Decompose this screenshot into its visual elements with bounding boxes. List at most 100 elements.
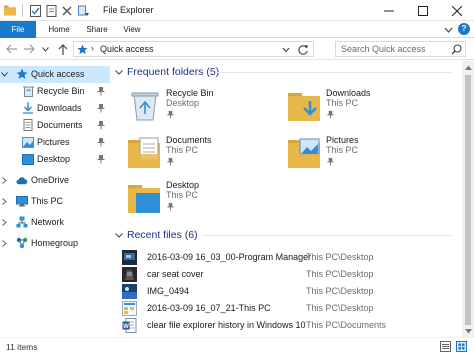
pin-icon[interactable] — [166, 110, 175, 119]
main-content: Frequent folders (5) Recycle Bin Desktop… — [110, 61, 460, 337]
file-path: This PC\Desktop — [306, 303, 374, 313]
image-thumb-icon — [122, 267, 137, 282]
documents-folder-icon — [128, 137, 160, 168]
sidebar-item-network[interactable]: Network — [0, 214, 110, 231]
scrollbar-thumb[interactable] — [465, 75, 471, 325]
title-bar: File Explorer — [0, 0, 474, 21]
pin-icon[interactable] — [96, 137, 106, 147]
sidebar-item-label: Pictures — [37, 137, 70, 147]
desktop-icon — [22, 153, 34, 165]
large-icons-view-icon[interactable] — [456, 341, 467, 352]
customize-toolbar-icon[interactable] — [77, 4, 89, 17]
search-icon — [451, 44, 462, 55]
recycle-bin-icon — [22, 85, 34, 97]
maximize-button[interactable] — [406, 0, 440, 21]
image-thumb-icon — [122, 301, 137, 316]
vertical-scrollbar[interactable] — [462, 61, 474, 337]
folder-name: Documents — [166, 135, 212, 145]
downloads-icon — [22, 102, 34, 114]
collapse-chevron-icon — [114, 230, 124, 240]
image-thumb-icon — [122, 284, 137, 299]
documents-icon — [22, 119, 34, 131]
sidebar-item-onedrive[interactable]: OneDrive — [0, 172, 110, 189]
pin-icon[interactable] — [166, 157, 175, 166]
sidebar-item-documents[interactable]: Documents — [0, 117, 110, 134]
recent-file-row[interactable]: W clear file explorer history in Windows… — [122, 317, 452, 334]
help-icon[interactable]: ? — [458, 23, 470, 35]
sidebar-item-label: Homegroup — [31, 238, 79, 248]
recent-file-row[interactable]: IMG_0494 This PC\Desktop — [122, 283, 452, 300]
recent-file-row[interactable]: 2016-03-09 16_07_21-This PC This PC\Desk… — [122, 300, 452, 317]
frequent-folders-header[interactable]: Frequent folders (5) — [114, 65, 219, 79]
address-dropdown-icon[interactable] — [281, 46, 291, 54]
folder-tile-documents[interactable]: Documents This PC — [126, 134, 286, 176]
folder-name: Desktop — [166, 180, 200, 190]
address-bar[interactable]: › Quick access — [73, 41, 314, 57]
details-view-icon[interactable] — [440, 341, 451, 352]
recent-files-header[interactable]: Recent files (6) — [114, 228, 198, 242]
svg-text:W: W — [123, 324, 129, 330]
sidebar-item-homegroup[interactable]: Homegroup — [0, 235, 110, 252]
sidebar-item-label: This PC — [31, 196, 64, 206]
sidebar-item-pictures[interactable]: Pictures — [0, 134, 110, 151]
star-icon — [16, 68, 28, 80]
tab-file[interactable]: File — [0, 21, 36, 38]
folder-tile-pictures[interactable]: Pictures This PC — [286, 134, 446, 176]
pin-icon[interactable] — [96, 154, 106, 164]
file-name: clear file explorer history in Windows 1… — [147, 320, 306, 330]
expand-ribbon-icon[interactable] — [442, 24, 454, 35]
recent-locations-icon[interactable] — [40, 42, 50, 56]
file-name: 2016-03-09 16_03_00-Program Manager — [147, 252, 312, 262]
file-path: This PC\Documents — [306, 320, 387, 330]
file-path: This PC\Desktop — [306, 269, 374, 279]
scroll-down-icon[interactable] — [462, 325, 474, 337]
pin-icon[interactable] — [326, 110, 335, 119]
pin-icon[interactable] — [166, 202, 175, 211]
back-button[interactable] — [4, 42, 18, 56]
sidebar-item-this-pc[interactable]: This PC — [0, 193, 110, 210]
folder-tile-desktop[interactable]: Desktop This PC — [126, 179, 286, 221]
sidebar-item-label: Network — [31, 217, 65, 227]
pictures-folder-icon — [288, 138, 320, 168]
properties-icon[interactable] — [29, 4, 41, 17]
file-path: This PC\Desktop — [306, 286, 374, 296]
group-title: Frequent folders (5) — [127, 66, 220, 78]
folder-tile-downloads[interactable]: Downloads This PC — [286, 87, 446, 129]
forward-button[interactable] — [22, 42, 36, 56]
sidebar-item-label: Desktop — [37, 154, 71, 164]
scroll-up-icon[interactable] — [462, 61, 474, 73]
this-pc-icon — [16, 195, 28, 207]
tab-view[interactable]: View — [120, 21, 144, 38]
tab-share[interactable]: Share — [84, 21, 110, 38]
expand-chevron-icon[interactable] — [0, 193, 8, 210]
sidebar-item-recycle-bin[interactable]: Recycle Bin — [0, 83, 110, 100]
delete-icon[interactable] — [61, 4, 73, 17]
file-name: IMG_0494 — [147, 286, 190, 296]
expand-chevron-icon[interactable] — [0, 235, 8, 252]
folder-name: Downloads — [326, 88, 371, 98]
recent-file-row[interactable]: 2016-03-09 16_03_00-Program Manager This… — [122, 249, 452, 266]
refresh-icon[interactable] — [297, 44, 309, 56]
tab-home[interactable]: Home — [44, 21, 74, 38]
sidebar-item-desktop[interactable]: Desktop — [0, 151, 110, 168]
breadcrumb-quick-access[interactable]: Quick access — [100, 44, 154, 54]
close-button[interactable] — [440, 0, 474, 21]
star-icon — [77, 44, 88, 55]
sidebar-item-downloads[interactable]: Downloads — [0, 100, 110, 117]
up-button[interactable] — [56, 42, 70, 56]
file-name: 2016-03-09 16_07_21-This PC — [147, 303, 271, 313]
pin-icon[interactable] — [96, 86, 106, 96]
minimize-button[interactable] — [372, 0, 406, 21]
search-placeholder: Search Quick access — [341, 44, 426, 54]
expand-chevron-icon[interactable] — [0, 214, 8, 231]
recent-file-row[interactable]: car seat cover This PC\Desktop — [122, 266, 452, 283]
new-folder-icon[interactable] — [45, 4, 57, 17]
collapse-chevron-icon[interactable] — [0, 66, 8, 83]
pin-icon[interactable] — [96, 103, 106, 113]
search-input[interactable]: Search Quick access — [335, 41, 466, 57]
folder-tile-recycle-bin[interactable]: Recycle Bin Desktop — [126, 87, 286, 129]
expand-chevron-icon[interactable] — [0, 172, 8, 189]
sidebar-item-quick-access[interactable]: Quick access — [0, 66, 110, 83]
pin-icon[interactable] — [326, 157, 335, 166]
pin-icon[interactable] — [96, 120, 106, 130]
